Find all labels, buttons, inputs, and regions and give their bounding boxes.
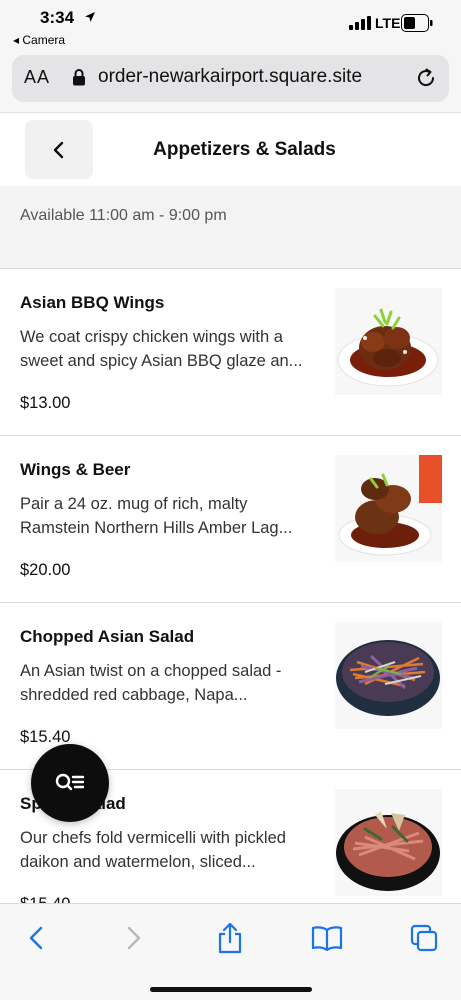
bookmarks-button[interactable] — [309, 920, 345, 956]
item-description: We coat crispy chicken wings with a swee… — [20, 328, 303, 370]
status-time: 3:34 — [40, 8, 75, 27]
item-description: Pair a 24 oz. mug of rich, malty Ramstei… — [20, 495, 293, 537]
item-price: $13.00 — [20, 394, 71, 412]
item-photo[interactable] — [335, 789, 442, 896]
menu-list: Asian BBQ Wings We coat crispy chicken w… — [0, 268, 461, 936]
browser-toolbar — [0, 903, 461, 1000]
search-list-icon — [55, 773, 85, 791]
book-icon — [311, 926, 343, 951]
text-size-button[interactable]: AA — [24, 67, 50, 88]
chevron-left-icon — [29, 926, 43, 950]
chevron-right-icon — [127, 926, 141, 950]
item-description: Our chefs fold vermicelli with pickled d… — [20, 829, 286, 871]
home-indicator — [150, 987, 312, 992]
item-price: $20.00 — [20, 561, 71, 579]
noodle-salad-photo — [335, 789, 442, 896]
page-title: Appetizers & Salads — [153, 139, 336, 160]
item-description: An Asian twist on a chopped salad - shre… — [20, 662, 282, 704]
item-name: Wings & Beer — [20, 460, 131, 479]
url-text[interactable]: order-newarkairport.square.site — [98, 66, 362, 88]
availability-text: Available 11:00 am - 9:00 pm — [20, 207, 227, 224]
lock-icon — [73, 69, 85, 86]
browser-forward-button[interactable] — [116, 920, 152, 956]
browser-address-area: AA order-newarkairport.square.site — [0, 52, 461, 112]
item-photo[interactable] — [335, 288, 442, 395]
menu-item[interactable]: Asian BBQ Wings We coat crispy chicken w… — [0, 268, 461, 435]
availability-banner: Available 11:00 am - 9:00 pm — [0, 186, 461, 268]
cellular-signal-icon — [349, 16, 371, 30]
tabs-button[interactable] — [406, 920, 442, 956]
back-to-app-link[interactable]: ◂ Camera — [13, 33, 65, 47]
menu-item[interactable]: Wings & Beer Pair a 24 oz. mug of rich, … — [0, 435, 461, 602]
menu-search-fab[interactable] — [31, 744, 109, 822]
battery-icon — [401, 14, 433, 32]
item-name: Chopped Asian Salad — [20, 627, 195, 646]
location-arrow-icon — [85, 12, 95, 22]
salad-photo — [335, 622, 442, 729]
tabs-icon — [410, 924, 438, 952]
wings-beer-photo — [335, 455, 442, 562]
reload-icon[interactable] — [415, 67, 437, 89]
wings-photo — [335, 288, 442, 395]
address-bar[interactable]: AA order-newarkairport.square.site — [12, 55, 449, 102]
status-bar: 3:34 ◂ Camera LTE — [0, 0, 461, 52]
share-icon — [218, 922, 242, 954]
share-button[interactable] — [212, 920, 248, 956]
item-name: Asian BBQ Wings — [20, 293, 165, 312]
item-photo[interactable] — [335, 622, 442, 729]
browser-back-button[interactable] — [18, 920, 54, 956]
network-type: LTE — [375, 15, 401, 31]
item-photo[interactable] — [335, 455, 442, 562]
page-header: Appetizers & Salads — [0, 112, 461, 186]
